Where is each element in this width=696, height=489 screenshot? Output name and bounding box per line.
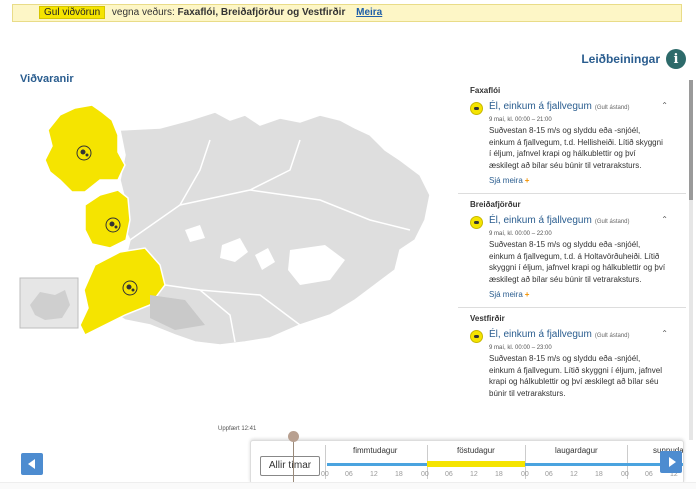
chevron-up-icon[interactable]: ⌃: [661, 329, 668, 338]
snow-warning-icon: [470, 102, 483, 115]
warnings-panel: Faxaflói Él, einkum á fjallvegum (Gult ás…: [458, 80, 686, 440]
hour-tick: 12: [470, 471, 478, 478]
timeline-cursor-handle[interactable]: [288, 431, 299, 442]
warning-header[interactable]: Él, einkum á fjallvegum (Gult ástand) ⌃: [470, 329, 676, 343]
banner-regions: Faxaflói, Breiðafjörður og Vestfirðir: [177, 7, 346, 18]
instructions[interactable]: Leiðbeiningar i: [581, 48, 686, 70]
timeline-next-button[interactable]: [660, 451, 682, 473]
hour-tick: 12: [570, 471, 578, 478]
warning-marker-faxafloi[interactable]: [122, 280, 138, 296]
banner-more-link[interactable]: Meira: [356, 7, 382, 18]
hour-tick: 00: [321, 471, 329, 478]
day-label[interactable]: föstudagur: [457, 446, 495, 455]
instructions-label[interactable]: Leiðbeiningar: [581, 52, 660, 66]
hour-tick: 06: [345, 471, 353, 478]
hour-tick: 06: [445, 471, 453, 478]
warning-time: 9 maí, kl. 00:00 – 22:00: [489, 231, 552, 237]
warning-header[interactable]: Él, einkum á fjallvegum (Gult ástand) ⌃: [470, 215, 676, 229]
hour-tick: 12: [370, 471, 378, 478]
panel-scrollbar[interactable]: [689, 80, 693, 440]
warning-time: 9 maí, kl. 00:00 – 23:00: [489, 345, 552, 351]
warning-region: Faxaflói Él, einkum á fjallvegum (Gult ás…: [458, 80, 686, 185]
chevron-up-icon[interactable]: ⌃: [661, 101, 668, 110]
timeline[interactable]: Allir tímar fimmtudagur föstudagur lauga…: [250, 440, 684, 484]
warning-region: Vestfirðir Él, einkum á fjallvegum (Gult …: [458, 307, 686, 399]
region-name: Breiðafjörður: [470, 200, 521, 209]
yellow-warning-badge: Gul viðvörun: [39, 6, 106, 19]
see-more-link[interactable]: Sjá meira +: [489, 290, 676, 299]
warning-text: Suðvestan 8-15 m/s og slyddu eða -snjóél…: [489, 240, 666, 284]
snow-warning-icon: [470, 216, 483, 229]
warning-time: 9 maí, kl. 00:00 – 21:00: [489, 117, 552, 123]
warning-text: Suðvestan 8-15 m/s og slyddu eða -snjóél…: [489, 354, 662, 398]
iceland-map: [19, 104, 431, 346]
weather-warnings-page: Gul viðvörun vegna veðurs: Faxaflói, Bre…: [0, 0, 696, 489]
warning-header[interactable]: Él, einkum á fjallvegum (Gult ástand) ⌃: [470, 101, 676, 115]
warning-marker-vestfirdir[interactable]: [76, 145, 92, 161]
warning-region: Breiðafjörður Él, einkum á fjallvegum (Gu…: [458, 193, 686, 299]
snow-warning-icon: [470, 330, 483, 343]
hour-tick: 18: [495, 471, 503, 478]
warning-title[interactable]: Él, einkum á fjallvegum (Gult ástand): [489, 101, 655, 112]
hour-tick: 06: [545, 471, 553, 478]
warning-text: Suðvestan 8-15 m/s og slyddu eða -snjóél…: [489, 126, 663, 170]
warning-title[interactable]: Él, einkum á fjallvegum (Gult ástand): [489, 215, 655, 226]
warning-period-bar: [427, 461, 525, 467]
hour-tick: 00: [621, 471, 629, 478]
region-breidafjordur[interactable]: [84, 189, 131, 249]
day-label[interactable]: laugardagur: [555, 446, 598, 455]
region-name: Faxaflói: [470, 86, 501, 95]
banner-prefix: vegna veðurs:: [111, 7, 175, 18]
hour-tick: 00: [421, 471, 429, 478]
warning-marker-breidafjordur[interactable]: [105, 217, 121, 233]
scrollbar-thumb[interactable]: [689, 80, 693, 200]
see-more-link[interactable]: Sjá meira +: [489, 176, 676, 185]
timeline-days: fimmtudagur föstudagur laugardagur sunnu…: [327, 446, 683, 460]
updated-time: Uppfært 12:41: [218, 426, 257, 432]
region-name: Vestfirðir: [470, 314, 505, 323]
info-icon[interactable]: i: [666, 49, 686, 69]
day-label[interactable]: fimmtudagur: [353, 446, 397, 455]
hour-tick: 18: [395, 471, 403, 478]
all-times-button[interactable]: Allir tímar: [260, 456, 320, 476]
timeline-prev-button[interactable]: [21, 453, 43, 475]
warning-banner: Gul viðvörun vegna veðurs: Faxaflói, Bre…: [12, 4, 682, 22]
warning-title[interactable]: Él, einkum á fjallvegum (Gult ástand): [489, 329, 655, 340]
hour-tick: 00: [521, 471, 529, 478]
page-bottom-strip: [0, 482, 696, 489]
chevron-up-icon[interactable]: ⌃: [661, 215, 668, 224]
hour-tick: 18: [595, 471, 603, 478]
hour-tick: 06: [645, 471, 653, 478]
